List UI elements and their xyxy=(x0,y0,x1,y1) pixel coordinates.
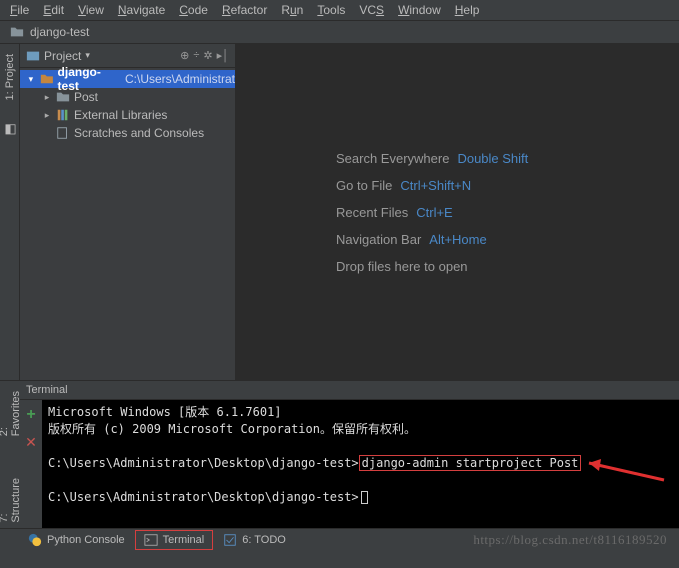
bottom-terminal[interactable]: Terminal xyxy=(135,530,214,550)
folder-icon xyxy=(10,25,24,39)
chevron-right-icon[interactable]: ▸ xyxy=(42,110,52,121)
todo-icon xyxy=(223,533,237,547)
chevron-down-icon[interactable]: ▾ xyxy=(26,74,36,85)
hint-drop: Drop files here to open xyxy=(336,259,679,274)
hint-recent: Recent FilesCtrl+E xyxy=(336,205,679,220)
menu-view[interactable]: View xyxy=(72,2,110,18)
terminal-title: Terminal xyxy=(26,384,68,396)
watermark: https://blog.csdn.net/t8116189520 xyxy=(473,532,667,548)
menu-refactor[interactable]: Refactor xyxy=(216,2,273,18)
project-tool-window: Project ▾ ⊕ ÷ ✲ ▸│ ▾ django-test C:\User… xyxy=(20,44,236,380)
terminal-icon xyxy=(144,533,158,547)
library-icon xyxy=(56,108,70,122)
tree-item-scratch[interactable]: Scratches and Consoles xyxy=(20,124,235,142)
tree-root[interactable]: ▾ django-test C:\Users\Administrat xyxy=(20,70,235,88)
tab-project[interactable]: 1: Project xyxy=(2,48,18,106)
folder-icon xyxy=(56,90,70,104)
project-icon xyxy=(26,49,40,63)
hint-goto: Go to FileCtrl+Shift+N xyxy=(336,178,679,193)
menu-window[interactable]: Window xyxy=(392,2,447,18)
python-icon xyxy=(28,533,42,547)
folder-icon xyxy=(40,72,54,86)
terminal-output[interactable]: Microsoft Windows [版本 6.1.7601] 版权所有 (c)… xyxy=(42,400,679,528)
menu-file[interactable]: FFileile xyxy=(4,2,35,18)
close-session-icon[interactable]: ✕ xyxy=(25,434,37,451)
tree-item-post[interactable]: ▸ Post xyxy=(20,88,235,106)
menu-code[interactable]: Code xyxy=(173,2,214,18)
gear-icon[interactable]: ✲ xyxy=(203,49,212,62)
tree-label: Scratches and Consoles xyxy=(74,126,204,140)
hide-icon[interactable]: ▸│ xyxy=(217,49,229,62)
tree-label: Post xyxy=(74,90,98,104)
chevron-down-icon[interactable]: ▾ xyxy=(85,50,90,61)
menu-bar: FFileile Edit View Navigate Code Refacto… xyxy=(0,0,679,20)
breadcrumb: django-test xyxy=(0,20,679,44)
tree-item-external[interactable]: ▸ External Libraries xyxy=(20,106,235,124)
scratch-icon xyxy=(56,126,70,140)
hint-navbar: Navigation BarAlt+Home xyxy=(336,232,679,247)
tree-label: External Libraries xyxy=(74,108,167,122)
chevron-right-icon[interactable]: ▸ xyxy=(42,92,52,103)
menu-help[interactable]: Help xyxy=(449,2,486,18)
terminal-tool-window: 2: Favorites 7: Structure Terminal + ✕ M… xyxy=(0,380,679,528)
status-bar: Python Console Terminal 6: TODO https://… xyxy=(0,528,679,550)
project-panel-header: Project ▾ ⊕ ÷ ✲ ▸│ xyxy=(20,44,235,68)
bottom-todo[interactable]: 6: TODO xyxy=(215,531,294,549)
terminal-header: Terminal xyxy=(20,381,679,400)
tab-structure-marker[interactable]: ◨ xyxy=(0,116,19,143)
tree-root-name: django-test xyxy=(58,65,121,93)
menu-run[interactable]: Run xyxy=(275,2,309,18)
menu-vcs[interactable]: VCS xyxy=(353,2,390,18)
breadcrumb-project[interactable]: django-test xyxy=(30,25,89,39)
menu-edit[interactable]: Edit xyxy=(37,2,70,18)
tab-structure[interactable]: 7: Structure xyxy=(0,472,24,529)
menu-tools[interactable]: Tools xyxy=(311,2,351,18)
tree-root-path: C:\Users\Administrat xyxy=(125,72,235,86)
collapse-icon[interactable]: ⊕ xyxy=(180,49,189,62)
bottom-python-console[interactable]: Python Console xyxy=(20,531,133,549)
left-gutter: 1: Project ◨ xyxy=(0,44,20,380)
project-tree: ▾ django-test C:\Users\Administrat ▸ Pos… xyxy=(20,68,235,144)
hint-search: Search EverywhereDouble Shift xyxy=(336,151,679,166)
highlighted-command: django-admin startproject Post xyxy=(359,455,582,471)
tab-favorites[interactable]: 2: Favorites xyxy=(0,385,24,442)
editor-empty-state: Search EverywhereDouble Shift Go to File… xyxy=(236,44,679,380)
cursor-icon xyxy=(361,491,368,504)
panel-title[interactable]: Project xyxy=(44,49,81,63)
menu-navigate[interactable]: Navigate xyxy=(112,2,171,18)
divide-icon[interactable]: ÷ xyxy=(193,49,199,62)
new-session-icon[interactable]: + xyxy=(26,406,35,424)
